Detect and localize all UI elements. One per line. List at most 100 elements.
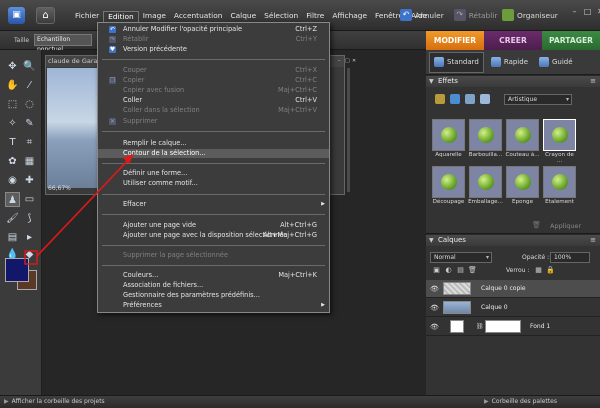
menu-item-clear[interactable]: Effacer ▶ bbox=[98, 200, 329, 209]
effect-thumb-etalement[interactable] bbox=[543, 166, 576, 198]
shape-tool-icon[interactable]: ▸ bbox=[22, 230, 37, 245]
menu-item-preferences[interactable]: Préférences ▶ bbox=[98, 301, 329, 310]
new-group-icon[interactable]: ▤ bbox=[456, 266, 465, 275]
effects-panel-header[interactable]: ▼ Effets ≡ bbox=[426, 76, 600, 87]
menu-item-copy-merged[interactable]: Copier avec fusion Maj+Ctrl+C bbox=[98, 86, 329, 95]
document-canvas[interactable] bbox=[47, 68, 101, 188]
doc-minimize-icon[interactable]: – bbox=[338, 59, 343, 64]
menu-item-revert[interactable]: ♥ Version précédente bbox=[98, 45, 329, 54]
submode-guide[interactable]: Guidé bbox=[535, 52, 577, 73]
layer-row[interactable]: 👁 ⛓ Fond 1 bbox=[426, 318, 600, 336]
crop-tool-icon[interactable]: ⌗ bbox=[22, 135, 37, 150]
tab-partager[interactable]: PARTAGER bbox=[542, 31, 600, 50]
cookie-cutter-tool-icon[interactable]: ✿ bbox=[5, 154, 20, 169]
magic-wand-tool-icon[interactable]: ✧ bbox=[5, 116, 20, 131]
menu-item-delete-page[interactable]: Supprimer la page sélectionnée bbox=[98, 251, 329, 260]
menu-item-file-association[interactable]: Association de fichiers... bbox=[98, 281, 329, 290]
adjustment-layer-icon[interactable]: ◐ bbox=[444, 266, 453, 275]
close-icon[interactable]: ✕ bbox=[596, 7, 600, 16]
straighten-tool-icon[interactable]: ▦ bbox=[22, 154, 37, 169]
menu-item-delete[interactable]: ✕ Supprimer bbox=[98, 117, 329, 126]
eye-icon[interactable]: 👁 bbox=[430, 285, 439, 293]
submode-standard[interactable]: Standard bbox=[429, 51, 484, 73]
collapse-triangle-icon[interactable]: ▼ bbox=[429, 235, 434, 246]
maximize-icon[interactable]: □ bbox=[583, 7, 592, 16]
menu-item-copy[interactable]: ❐ Copier Ctrl+C bbox=[98, 76, 329, 85]
effect-thumb-emballage[interactable] bbox=[469, 166, 502, 198]
zoom-tool-icon[interactable]: 🔍 bbox=[22, 59, 37, 74]
eye-icon[interactable]: 👁 bbox=[430, 304, 439, 312]
blend-mode-select[interactable]: Normal bbox=[430, 252, 492, 263]
new-layer-icon[interactable]: ▣ bbox=[432, 266, 441, 275]
apply-button[interactable]: Appliquer bbox=[550, 222, 581, 230]
tab-creer[interactable]: CREER bbox=[484, 31, 542, 50]
layers-panel-header[interactable]: ▼ Calques ≡ bbox=[426, 235, 600, 246]
layer-row[interactable]: 👁 Calque 0 bbox=[426, 299, 600, 317]
smart-brush-tool-icon[interactable]: ⟆ bbox=[22, 211, 37, 226]
lasso-tool-icon[interactable]: ◌ bbox=[22, 97, 37, 112]
menu-item-redo[interactable]: ↷ Rétablir Ctrl+Y bbox=[98, 35, 329, 44]
eyedropper-tool-icon[interactable]: ⁄ bbox=[22, 78, 37, 93]
menu-item-define-pattern[interactable]: Utiliser comme motif... bbox=[98, 179, 329, 188]
move-tool-icon[interactable]: ✥ bbox=[5, 59, 20, 74]
photo-effects-icon[interactable] bbox=[465, 94, 475, 104]
menu-item-add-blank-page[interactable]: Ajouter une page vide Alt+Ctrl+G bbox=[98, 221, 329, 230]
collapse-triangle-icon[interactable]: ▼ bbox=[429, 76, 434, 87]
clone-stamp-tool-icon[interactable]: ♟ bbox=[5, 192, 20, 207]
minimize-icon[interactable]: – bbox=[570, 7, 579, 16]
trash-icon[interactable]: 🗑 bbox=[532, 221, 541, 229]
foreground-color-swatch[interactable] bbox=[5, 258, 29, 282]
effect-thumb-decoupage[interactable] bbox=[432, 166, 465, 198]
menu-item-define-shape[interactable]: Définir une forme... bbox=[98, 169, 329, 178]
menu-item-preset-manager[interactable]: Gestionnaire des paramètres prédéfinis..… bbox=[98, 291, 329, 300]
effect-thumb-crayon[interactable] bbox=[543, 119, 576, 151]
lock-all-icon[interactable]: 🔒 bbox=[546, 266, 555, 275]
menu-item-paste-into-selection[interactable]: Coller dans la sélection Maj+Ctrl+V bbox=[98, 106, 329, 115]
document-scrollbar[interactable] bbox=[347, 68, 350, 192]
effect-thumb-barbouillage[interactable] bbox=[469, 119, 502, 151]
effect-preview bbox=[515, 174, 531, 190]
menu-item-cut[interactable]: Couper Ctrl+X bbox=[98, 66, 329, 75]
effect-thumb-couteau[interactable] bbox=[506, 119, 539, 151]
hand-tool-icon[interactable]: ✋ bbox=[5, 78, 20, 93]
panel-menu-icon[interactable]: ≡ bbox=[590, 235, 596, 246]
opacity-field[interactable]: 100% bbox=[550, 252, 590, 263]
redo-button[interactable]: ↷ Rétablir bbox=[453, 9, 497, 21]
menu-item-paste[interactable]: Coller Ctrl+V bbox=[98, 96, 329, 105]
brush-tool-icon[interactable]: 🖌 bbox=[5, 211, 20, 226]
panel-menu-icon[interactable]: ≡ bbox=[590, 76, 596, 87]
undo-button[interactable]: ↶ Annuler bbox=[400, 9, 444, 21]
effect-thumb-aquarelle[interactable] bbox=[432, 119, 465, 151]
eraser-tool-icon[interactable]: ▭ bbox=[22, 192, 37, 207]
layer-styles-icon[interactable] bbox=[450, 94, 460, 104]
menu-item-stroke-selection[interactable]: Contour de la sélection... bbox=[98, 149, 329, 158]
marquee-tool-icon[interactable]: ⬚ bbox=[5, 97, 20, 112]
effect-thumb-eponge[interactable] bbox=[506, 166, 539, 198]
selection-brush-tool-icon[interactable]: ✎ bbox=[22, 116, 37, 131]
doc-maximize-icon[interactable]: □ bbox=[345, 59, 350, 64]
submode-rapide[interactable]: Rapide bbox=[487, 52, 532, 73]
menu-affichage[interactable]: Affichage bbox=[328, 11, 371, 23]
show-all-icon[interactable] bbox=[480, 94, 490, 104]
tab-modifier[interactable]: MODIFIER bbox=[426, 31, 484, 50]
palette-bin-toggle[interactable]: ▶ Corbeille des palettes bbox=[484, 398, 557, 405]
paint-bucket-tool-icon[interactable]: ▤ bbox=[5, 230, 20, 245]
type-tool-icon[interactable]: T bbox=[5, 135, 20, 150]
doc-close-icon[interactable]: ✕ bbox=[352, 59, 357, 64]
tool-mode-field[interactable]: Echantillon ponctuel bbox=[34, 34, 92, 53]
layer-row[interactable]: 👁 Calque 0 copie bbox=[426, 280, 600, 298]
filters-icon[interactable] bbox=[435, 94, 445, 104]
eye-icon[interactable]: 👁 bbox=[430, 323, 439, 331]
menu-item-fill-layer[interactable]: Remplir le calque... bbox=[98, 139, 329, 148]
organizer-button[interactable]: Organiseur bbox=[502, 9, 558, 21]
red-eye-tool-icon[interactable]: ◉ bbox=[5, 173, 20, 188]
home-button[interactable]: ⌂ bbox=[36, 7, 55, 24]
menu-item-colors[interactable]: Couleurs... Maj+Ctrl+K bbox=[98, 271, 329, 280]
healing-brush-tool-icon[interactable]: ✚ bbox=[22, 173, 37, 188]
effects-category-select[interactable]: Artistique bbox=[504, 94, 572, 105]
lock-transparency-icon[interactable]: ▦ bbox=[534, 266, 543, 275]
project-bin-toggle[interactable]: ▶ Afficher la corbeille des projets bbox=[4, 398, 105, 405]
menu-item-undo[interactable]: ↶ Annuler Modifier l'opacité principale … bbox=[98, 25, 329, 34]
delete-layer-icon[interactable]: 🗑 bbox=[468, 266, 477, 275]
menu-item-add-page-layout[interactable]: Ajouter une page avec la disposition sél… bbox=[98, 231, 329, 240]
